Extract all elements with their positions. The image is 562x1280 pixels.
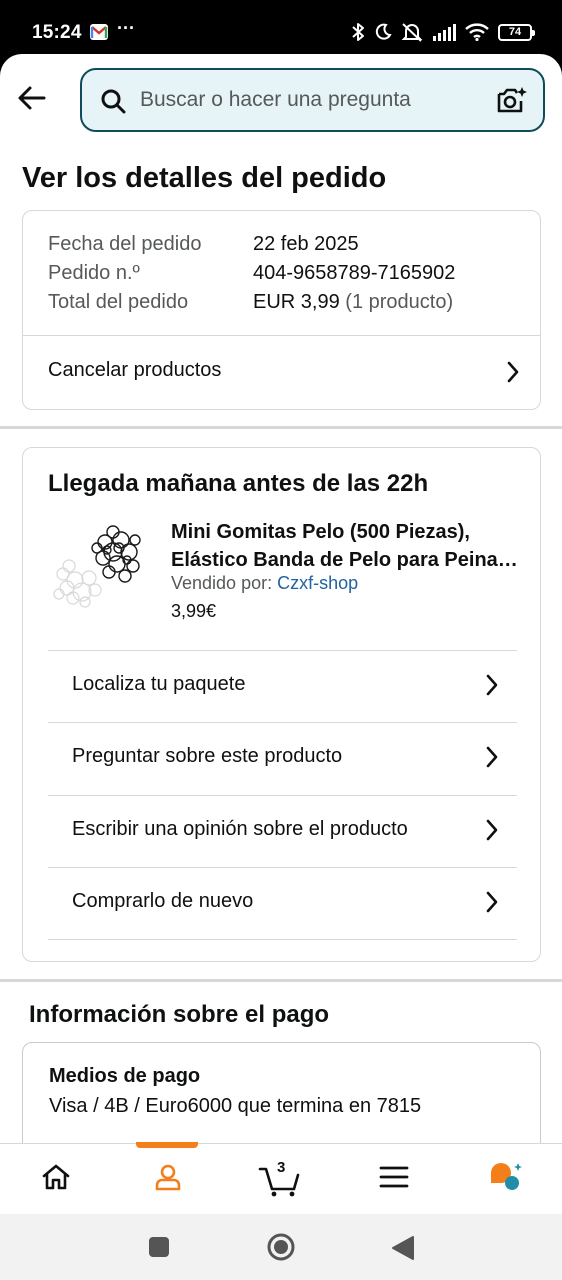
chevron-right-icon bbox=[506, 360, 520, 389]
write-review-row[interactable]: Escribir una opinión sobre el producto bbox=[48, 795, 517, 867]
nav-menu[interactable] bbox=[338, 1144, 450, 1214]
camera-icon[interactable] bbox=[495, 85, 527, 120]
more-notifications-indicator: ··· bbox=[117, 18, 135, 38]
rufus-icon bbox=[488, 1161, 524, 1198]
order-number-value: 404-9658789-7165902 bbox=[253, 262, 456, 284]
delivery-title: Llegada mañana antes de las 22h bbox=[48, 470, 429, 497]
order-total-label: Total del pedido bbox=[48, 291, 189, 313]
status-bar: 15:24 ··· 74 bbox=[0, 0, 562, 58]
search-input[interactable] bbox=[140, 82, 480, 118]
mute-icon bbox=[401, 22, 423, 42]
account-icon bbox=[153, 1162, 183, 1197]
search-icon[interactable] bbox=[100, 88, 126, 119]
back-arrow-icon[interactable] bbox=[16, 82, 48, 114]
order-number-label: Pedido n.º bbox=[48, 262, 140, 284]
divider bbox=[48, 939, 517, 940]
home-icon bbox=[41, 1163, 71, 1196]
order-date-label: Fecha del pedido bbox=[48, 233, 202, 255]
gmail-icon bbox=[90, 24, 108, 40]
product-title-line2: Elástico Banda de Pelo para Peinados bbox=[171, 549, 521, 571]
payment-info-title: Información sobre el pago bbox=[29, 1001, 330, 1028]
chevron-right-icon bbox=[485, 745, 499, 774]
menu-icon bbox=[379, 1165, 409, 1194]
track-package-label: Localiza tu paquete bbox=[72, 673, 246, 695]
status-time: 15:24 bbox=[32, 22, 82, 43]
write-review-label: Escribir una opinión sobre el producto bbox=[72, 818, 408, 840]
nav-account[interactable] bbox=[112, 1144, 224, 1214]
nav-home[interactable] bbox=[0, 1144, 112, 1214]
product-title[interactable]: Mini Gomitas Pelo (500 Piezas), Elástico… bbox=[171, 518, 521, 574]
chevron-right-icon bbox=[485, 890, 499, 919]
bottom-nav: 3 bbox=[0, 1142, 562, 1214]
chevron-right-icon bbox=[485, 673, 499, 702]
nav-rufus[interactable] bbox=[450, 1144, 562, 1214]
signal-icon bbox=[432, 23, 456, 41]
product-price: 3,99€ bbox=[171, 601, 217, 621]
payment-methods-value: Visa / 4B / Euro6000 que termina en 7815 bbox=[49, 1095, 422, 1117]
section-separator bbox=[0, 426, 562, 429]
cart-icon: 3 bbox=[258, 1159, 302, 1197]
shipment-card: Llegada mañana antes de las 22h Mini Gom… bbox=[22, 447, 541, 962]
cancel-products-row[interactable]: Cancelar productos bbox=[23, 336, 540, 410]
page-title: Ver los detalles del pedido bbox=[22, 162, 387, 194]
product-image[interactable] bbox=[47, 518, 147, 614]
ask-product-question-row[interactable]: Preguntar sobre este producto bbox=[48, 722, 517, 794]
nav-cart[interactable]: 3 bbox=[224, 1144, 336, 1214]
recents-button-icon[interactable] bbox=[148, 1236, 170, 1263]
sold-by: Vendido por: Czxf-shop bbox=[171, 573, 358, 594]
system-nav-bar bbox=[0, 1214, 562, 1280]
home-button-icon[interactable] bbox=[266, 1232, 296, 1267]
cart-count-badge: 3 bbox=[277, 1159, 286, 1176]
order-total-items: (1 producto) bbox=[345, 291, 454, 313]
bluetooth-icon bbox=[351, 22, 365, 42]
cancel-products-label: Cancelar productos bbox=[48, 359, 222, 381]
moon-icon bbox=[374, 23, 392, 41]
app-screen: Ver los detalles del pedido Fecha del pe… bbox=[0, 54, 562, 1214]
order-date-value: 22 feb 2025 bbox=[253, 233, 359, 255]
battery-icon: 74 bbox=[498, 23, 535, 41]
seller-link[interactable]: Czxf-shop bbox=[277, 573, 358, 593]
chevron-right-icon bbox=[485, 818, 499, 847]
status-icons: 74 bbox=[351, 22, 535, 42]
ask-product-question-label: Preguntar sobre este producto bbox=[72, 745, 343, 767]
buy-again-label: Comprarlo de nuevo bbox=[72, 890, 254, 912]
product-title-line1: Mini Gomitas Pelo (500 Piezas), bbox=[171, 521, 470, 543]
order-total-value: EUR 3,99 (1 producto) bbox=[253, 291, 453, 314]
track-package-row[interactable]: Localiza tu paquete bbox=[48, 650, 517, 722]
payment-methods-label: Medios de pago bbox=[49, 1065, 201, 1087]
wifi-icon bbox=[465, 23, 489, 41]
order-total-amount: EUR 3,99 bbox=[253, 291, 340, 313]
order-summary-card: Fecha del pedido 22 feb 2025 Pedido n.º … bbox=[22, 210, 541, 410]
search-bar[interactable] bbox=[80, 68, 545, 132]
buy-again-row[interactable]: Comprarlo de nuevo bbox=[48, 867, 517, 939]
sold-by-label: Vendido por: bbox=[171, 573, 273, 593]
section-separator bbox=[0, 979, 562, 982]
back-button-icon[interactable] bbox=[391, 1235, 415, 1266]
